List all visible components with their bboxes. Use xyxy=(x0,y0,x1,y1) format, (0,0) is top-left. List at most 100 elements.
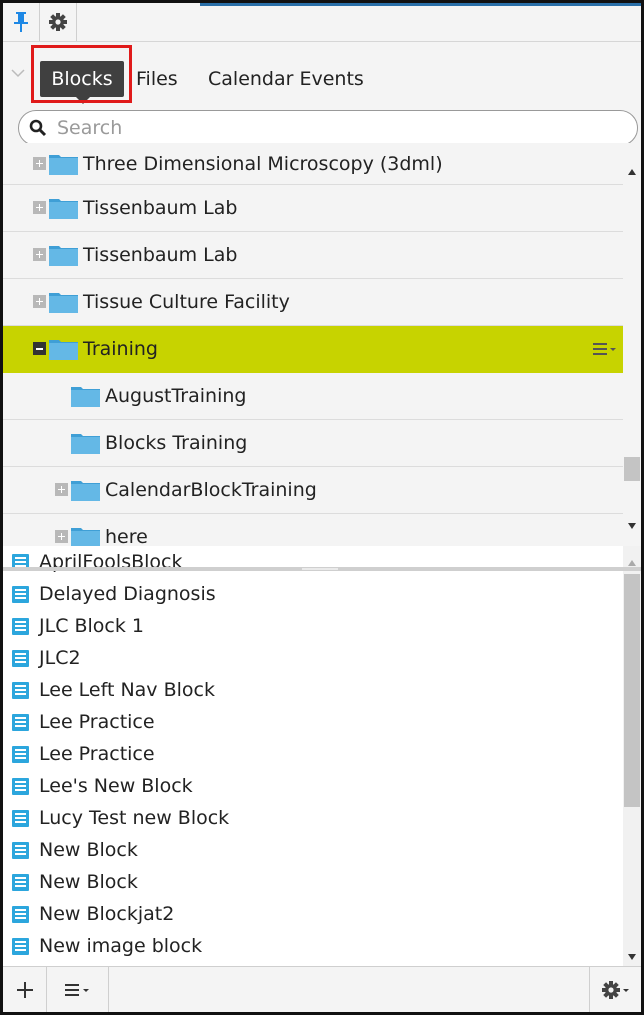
expand-icon[interactable] xyxy=(33,295,46,308)
block-icon xyxy=(12,650,29,667)
add-button[interactable] xyxy=(3,967,47,1012)
tree-row[interactable]: Tissenbaum Lab xyxy=(3,232,623,279)
block-icon xyxy=(12,682,29,699)
tree-item-label: AugustTraining xyxy=(105,385,247,407)
tree-item-label: Tissue Culture Facility xyxy=(83,291,290,313)
tree-row[interactable]: Training xyxy=(3,326,623,373)
block-label: Lee Practice xyxy=(39,711,155,733)
search-input[interactable] xyxy=(57,111,617,145)
header-accent-bar xyxy=(200,3,641,6)
search-icon xyxy=(29,119,47,137)
scroll-up-arrow-icon[interactable] xyxy=(628,560,636,566)
block-label: New Block xyxy=(39,839,138,861)
block-icon xyxy=(12,778,29,795)
pin-button[interactable] xyxy=(3,3,40,41)
top-toolbar xyxy=(3,3,641,42)
folder-icon xyxy=(49,246,78,266)
tree-scrollbar-thumb[interactable] xyxy=(624,457,640,481)
tree-row[interactable]: Tissue Culture Facility xyxy=(3,279,623,326)
folder-icon xyxy=(71,481,100,501)
block-list-item[interactable]: Lee Practice xyxy=(3,738,623,770)
block-label: New Blockjat2 xyxy=(39,903,175,925)
block-icon xyxy=(12,618,29,635)
block-label: New Block xyxy=(39,871,138,893)
tree-item-label: Blocks Training xyxy=(105,432,248,454)
block-label: Delayed Diagnosis xyxy=(39,583,216,605)
folder-icon xyxy=(71,434,100,454)
scroll-down-arrow-icon[interactable] xyxy=(628,523,636,529)
search-box xyxy=(18,110,638,146)
list-settings-button[interactable] xyxy=(589,967,641,1012)
block-label: JLC Block 1 xyxy=(39,615,145,637)
active-tab-highlight xyxy=(31,45,132,103)
block-list-item[interactable]: Lee Practice xyxy=(3,706,623,738)
tree-row[interactable]: Blocks Training xyxy=(3,420,623,467)
expand-icon[interactable] xyxy=(33,157,46,170)
list-menu-button[interactable] xyxy=(47,967,109,1012)
expand-icon[interactable] xyxy=(33,248,46,261)
settings-button[interactable] xyxy=(40,3,77,41)
tree-row[interactable]: CalendarBlockTraining xyxy=(3,467,623,514)
scroll-up-arrow-icon[interactable] xyxy=(628,169,636,175)
block-label: Lee's New Block xyxy=(39,775,193,797)
expand-icon[interactable] xyxy=(55,530,68,543)
tree-item-label: Training xyxy=(83,338,158,360)
block-list: AprilFoolsBlock Delayed Diagnosis JLC Bloc… xyxy=(3,546,623,966)
tree-item-label: Three Dimensional Microscopy (3dml) xyxy=(83,153,443,175)
menu-icon xyxy=(64,983,89,996)
block-list-item[interactable]: Delayed Diagnosis xyxy=(3,578,623,610)
folder-icon xyxy=(71,528,100,548)
block-icon xyxy=(12,842,29,859)
tree-item-label: CalendarBlockTraining xyxy=(105,479,317,501)
block-icon xyxy=(12,874,29,891)
folder-icon xyxy=(49,340,78,360)
tree-scrollbar[interactable] xyxy=(623,143,641,567)
tree-row[interactable]: AugustTraining xyxy=(3,373,623,420)
block-list-item[interactable]: AprilFoolsBlock xyxy=(3,546,623,578)
block-list-item[interactable]: New image block xyxy=(3,930,623,962)
block-list-item[interactable]: Lee's New Block xyxy=(3,770,623,802)
tab-files[interactable]: Files xyxy=(136,61,178,97)
block-label: Lee Practice xyxy=(39,743,155,765)
block-list-item[interactable]: JLC2 xyxy=(3,642,623,674)
splitter-grip[interactable] xyxy=(302,568,338,570)
block-list-item[interactable]: New Block xyxy=(3,834,623,866)
folder-icon xyxy=(49,293,78,313)
tree-row[interactable]: Tissenbaum Lab xyxy=(3,185,623,232)
folder-icon xyxy=(49,199,78,219)
block-list-item[interactable]: Lee Left Nav Block xyxy=(3,674,623,706)
tree-item-label: Tissenbaum Lab xyxy=(83,197,238,219)
plus-icon xyxy=(16,981,33,998)
expand-icon[interactable] xyxy=(33,201,46,214)
block-label: Lucy Test new Block xyxy=(39,807,230,829)
collapse-icon[interactable] xyxy=(33,342,46,355)
block-icon xyxy=(12,938,29,955)
row-menu-icon[interactable] xyxy=(593,341,619,357)
chevron-down-icon[interactable] xyxy=(10,66,26,80)
block-icon xyxy=(12,810,29,827)
pin-icon xyxy=(14,12,28,32)
block-label: JLC2 xyxy=(39,647,81,669)
block-list-scrollbar-thumb[interactable] xyxy=(624,574,640,807)
block-list-scrollbar[interactable] xyxy=(623,546,641,966)
expand-icon[interactable] xyxy=(55,483,68,496)
block-icon xyxy=(12,714,29,731)
block-icon xyxy=(12,906,29,923)
block-icon xyxy=(12,586,29,603)
tree-row[interactable]: Three Dimensional Microscopy (3dml) xyxy=(3,143,623,185)
gear-icon xyxy=(49,13,67,31)
block-label: AprilFoolsBlock xyxy=(39,551,183,573)
gear-icon xyxy=(601,980,629,999)
scroll-down-arrow-icon[interactable] xyxy=(628,954,636,960)
tab-calendar-events[interactable]: Calendar Events xyxy=(208,61,364,97)
block-icon xyxy=(12,746,29,763)
block-list-item[interactable]: JLC Block 1 xyxy=(3,610,623,642)
block-label: New image block xyxy=(39,935,203,957)
folder-icon xyxy=(71,387,100,407)
block-list-item[interactable]: New Blockjat2 xyxy=(3,898,623,930)
block-list-item[interactable]: Lucy Test new Block xyxy=(3,802,623,834)
bottom-toolbar xyxy=(3,966,641,1012)
tree-item-label: Tissenbaum Lab xyxy=(83,244,238,266)
block-label: Lee Left Nav Block xyxy=(39,679,215,701)
block-list-item[interactable]: New Block xyxy=(3,866,623,898)
